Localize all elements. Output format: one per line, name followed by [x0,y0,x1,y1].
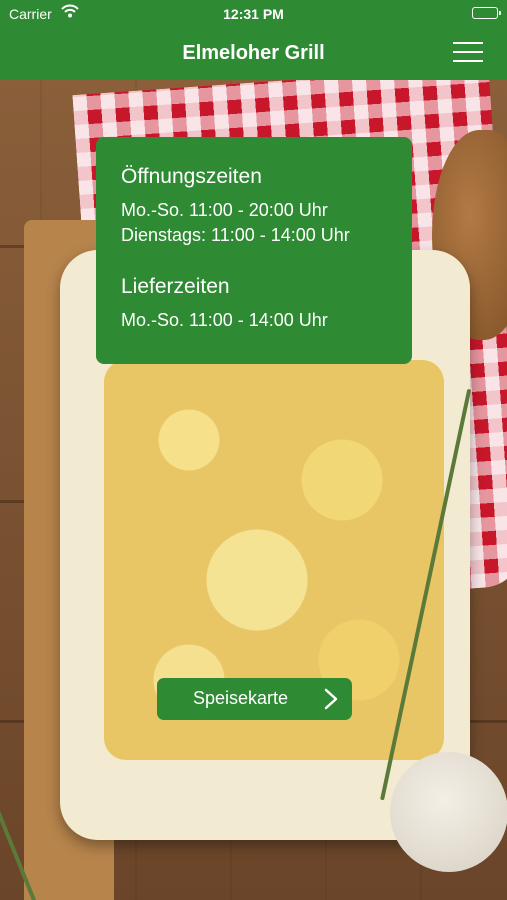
hamburger-menu-icon[interactable] [453,42,483,64]
opening-hours-line: Dienstags: 11:00 - 14:00 Uhr [121,225,350,245]
battery-icon [472,7,501,19]
opening-hours-line: Mo.-So. 11:00 - 20:00 Uhr [121,200,328,220]
speisekarte-button[interactable]: Speisekarte [157,678,352,720]
speisekarte-label: Speisekarte [193,688,289,708]
status-time: 12:31 PM [223,6,284,22]
chevron-right-icon [324,688,338,710]
garlic-bulb [390,752,507,872]
opening-hours-title: Öffnungszeiten [121,165,262,188]
hours-card: Öffnungszeiten Mo.-So. 11:00 - 20:00 Uhr… [96,137,412,364]
status-bar: Carrier 12:31 PM [0,0,507,28]
delivery-hours-title: Lieferzeiten [121,275,230,298]
app-header: Carrier 12:31 PM Elmeloher Grill [0,0,507,80]
navigation-bar: Elmeloher Grill [0,30,507,76]
app-title: Elmeloher Grill [182,42,325,64]
delivery-hours-line: Mo.-So. 11:00 - 14:00 Uhr [121,310,328,330]
